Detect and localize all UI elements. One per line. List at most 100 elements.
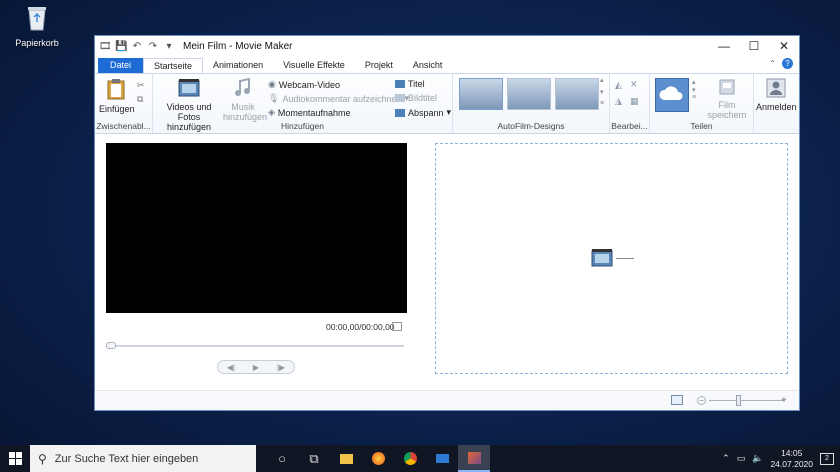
save-icon[interactable]: 💾 [115,41,127,52]
tab-animationen[interactable]: Animationen [203,58,273,73]
videos-photos-icon [178,79,200,97]
system-tray: ⌃ ▭ 🔈 14:05 24.07.2020 2 [722,445,840,472]
title-button[interactable]: Titel [395,79,425,89]
next-frame-icon[interactable]: |▶ [277,363,285,372]
fullscreen-icon[interactable] [392,322,402,331]
volume-icon[interactable]: 🔈 [752,453,763,464]
movie-maker-window: 🎞 💾 ↶ ↷ ▾ Mein Film - Movie Maker — ☐ ✕ … [94,35,800,411]
paste-icon [107,79,125,100]
tab-visuelle-effekte[interactable]: Visuelle Effekte [273,58,355,73]
movie-maker-taskbar-icon[interactable] [458,445,490,472]
mail-icon[interactable] [426,445,458,472]
taskbar-search-box[interactable]: ⚲ Zur Suche Text hier eingeben [30,445,256,472]
undo-icon[interactable]: ↶ [131,41,143,52]
ribbon-collapse-icon[interactable]: ⌃ [769,59,776,68]
tab-ansicht[interactable]: Ansicht [403,58,453,73]
remove-icon[interactable]: ✕ [630,79,638,90]
task-view-icon[interactable]: ⧉ [298,445,330,472]
narration-button[interactable]: 🎙 Audiokommentar aufzeichnen ▾ [268,93,409,104]
notification-center-icon[interactable]: 2 [820,452,834,465]
tab-startseite[interactable]: Startseite [143,58,204,73]
credits-label: Abspann [408,107,444,118]
webcam-video-button[interactable]: ◉ Webcam-Video [268,79,340,90]
add-music-button[interactable]: Musik hinzufügen [223,77,268,122]
credits-icon [395,108,405,117]
caption-label: Bildtitel [408,93,438,103]
gallery-expand-icon[interactable]: ≡ [600,100,604,107]
theme-thumbnail-2[interactable] [507,78,551,110]
add-media-placeholder-icon[interactable] [591,248,613,268]
save-movie-label: Film speichern [707,100,747,120]
snapshot-button[interactable]: ◈ Momentaufnahme [268,107,350,118]
app-icon[interactable]: 🎞 [99,41,112,52]
previous-frame-icon[interactable]: ◀| [227,363,235,372]
webcam-label: Webcam-Video [278,79,341,90]
zoom-in-icon[interactable]: + [781,395,787,406]
narration-label: Audiokommentar aufzeichnen [282,93,402,104]
tab-projekt[interactable]: Projekt [355,58,403,73]
chrome-icon[interactable] [394,445,426,472]
signin-group: Anmelden [754,74,798,133]
save-movie-button[interactable]: Film speichern [704,78,750,120]
rotate-left-icon[interactable]: ◭ [615,80,622,91]
clipboard-group-label: Zwischenabl... [96,121,151,131]
caption-button[interactable]: Bildtitel [395,93,437,103]
redo-icon[interactable]: ↷ [147,41,159,52]
cut-icon[interactable]: ✂ [137,80,145,91]
rotate-right-icon[interactable]: ◮ [615,96,622,107]
network-icon[interactable]: ▭ [737,453,746,464]
help-icon[interactable]: ? [782,58,793,69]
close-button[interactable]: ✕ [769,36,799,57]
minimize-button[interactable]: — [709,36,739,57]
insertion-line [616,258,634,259]
start-button[interactable] [0,445,30,472]
taskbar: ⚲ Zur Suche Text hier eingeben ○ ⧉ ⌃ ▭ 🔈… [0,445,840,472]
recycle-bin-desktop-icon[interactable]: Papierkorb [12,4,62,48]
tab-datei[interactable]: Datei [98,58,144,73]
save-movie-icon [719,79,735,95]
clock-date: 24.07.2020 [770,458,813,469]
show-hidden-icons-icon[interactable]: ⌃ [722,453,730,464]
notification-count: 2 [825,454,829,462]
share-cloud-button[interactable] [655,78,689,112]
ribbon-tabs: Datei Startseite Animationen Visuelle Ef… [95,57,799,73]
play-icon[interactable]: ▶ [253,363,259,372]
share-scroll-icon[interactable]: ▴ ▾ ≡ [692,78,696,101]
maximize-button[interactable]: ☐ [739,36,769,57]
automovie-themes-group: ▴ ▾ ≡ AutoFilm-Designs [453,74,610,133]
window-title: Mein Film - Movie Maker [183,41,293,52]
cloud-icon [659,86,683,100]
file-explorer-icon[interactable] [330,445,362,472]
zoom-slider-track[interactable] [709,400,785,401]
customize-dropdown-icon[interactable]: ▾ [163,41,175,52]
copy-icon[interactable]: ⧉ [137,94,143,105]
gallery-scroll-down-icon[interactable]: ▾ [600,88,604,96]
paste-button[interactable]: Einfügen [99,78,135,114]
caption-icon [395,94,405,102]
firefox-icon[interactable] [362,445,394,472]
seek-thumb[interactable] [106,342,116,349]
microphone-icon: 🎙 [268,93,280,103]
clock[interactable]: 14:05 24.07.2020 [770,448,813,470]
seek-bar[interactable] [106,345,404,347]
title-label: Titel [408,79,425,89]
add-group: Videos und Fotos hinzufügen Musik hinzuf… [153,74,453,133]
edit-group-label: Bearbei... [611,121,648,131]
credits-button[interactable]: Abspann ▾ [395,107,451,118]
theme-thumbnail-1[interactable] [459,78,503,110]
select-all-icon[interactable]: ▦ [630,96,639,107]
gallery-scroll-up-icon[interactable]: ▴ [600,76,604,84]
thumbnail-size-icon[interactable] [671,395,683,405]
zoom-slider-thumb[interactable] [736,395,741,406]
playback-controls: ◀| ▶ |▶ [217,360,295,374]
title-icon [395,80,405,88]
music-label: Musik hinzufügen [223,102,268,122]
webcam-icon: ◉ [268,79,276,89]
theme-thumbnail-3[interactable] [555,78,599,110]
storyboard-pane[interactable] [435,143,788,374]
paste-label: Einfügen [99,104,135,114]
zoom-out-icon[interactable]: − [697,396,706,405]
signin-button[interactable]: Anmelden [756,78,797,112]
video-preview[interactable] [106,143,407,313]
cortana-icon[interactable]: ○ [266,445,298,472]
